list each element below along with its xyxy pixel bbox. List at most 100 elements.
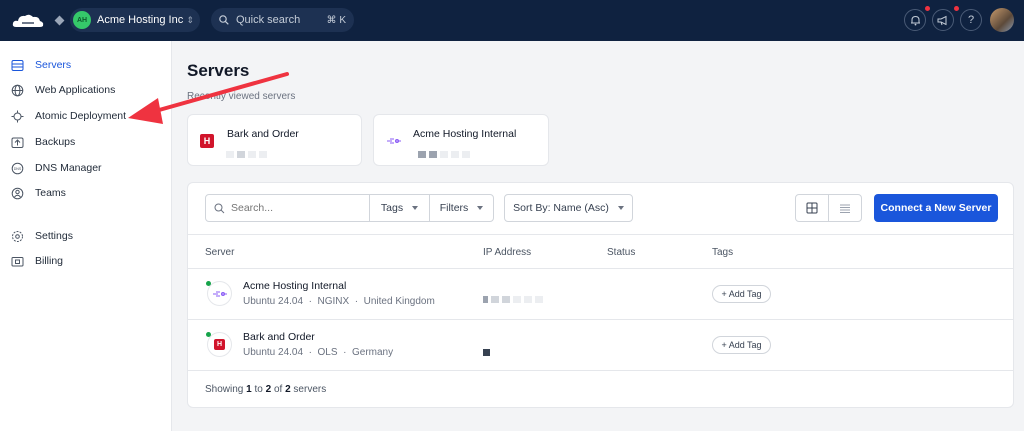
caret-down-icon [477, 206, 484, 210]
table-row[interactable]: Acme Hosting Internal Ubuntu 24.04 · NGI… [188, 269, 1013, 320]
pagination-prefix: Showing [205, 384, 244, 395]
globe-icon [11, 84, 24, 96]
filters-label: Filters [439, 202, 469, 214]
server-os: Ubuntu 24.04 [243, 347, 304, 358]
caret-down-icon [617, 206, 624, 210]
dns-icon: DNS [11, 162, 24, 174]
help-icon: ? [967, 14, 975, 26]
column-header-tags[interactable]: Tags [712, 247, 733, 258]
sidebar-item-dns-manager[interactable]: DNS DNS Manager [0, 157, 172, 179]
sidebar-item-servers[interactable]: Servers [0, 54, 172, 76]
notification-badge [925, 6, 930, 11]
sidebar: Servers Web Applications Atomic Deployme… [0, 41, 172, 431]
server-name[interactable]: Bark and Order [243, 331, 315, 343]
sidebar-item-label: Backups [35, 136, 76, 148]
table-header: Server IP Address Status Tags [188, 234, 1013, 269]
table-row[interactable]: H Bark and Order Ubuntu 24.04 · OLS · Ge… [188, 320, 1013, 371]
redacted-ip [483, 343, 493, 361]
team-icon [11, 187, 24, 199]
redacted-ip [483, 290, 546, 308]
cloud-logo-icon[interactable] [12, 12, 44, 30]
separator-diamond-icon [54, 15, 65, 26]
search-input[interactable] [231, 202, 361, 214]
sidebar-item-teams[interactable]: Teams [0, 182, 172, 204]
status-dot [206, 281, 211, 286]
sidebar-item-web-applications[interactable]: Web Applications [0, 79, 172, 101]
servers-panel: Tags Filters Sort By: Name (Asc) Connect… [187, 182, 1014, 408]
add-tag-button[interactable]: + Add Tag [712, 336, 771, 354]
chevron-updown-icon: ⇕ [186, 14, 194, 25]
announcement-badge [954, 6, 959, 11]
quick-search[interactable]: Quick search ⌘ K [211, 8, 354, 32]
redacted-ip [226, 145, 270, 158]
sidebar-item-atomic-deployment[interactable]: Atomic Deployment [0, 105, 172, 127]
recent-server-name: Bark and Order [227, 128, 299, 140]
recent-servers-label: Recently viewed servers [187, 91, 296, 102]
bark-and-order-logo-icon: H [214, 339, 225, 350]
backup-icon [11, 137, 24, 148]
server-logo [207, 281, 232, 306]
sidebar-item-backups[interactable]: Backups [0, 131, 172, 153]
svg-text:DNS: DNS [14, 167, 22, 171]
org-switcher[interactable]: AH Acme Hosting Inc ⇕ [70, 8, 200, 32]
pagination-total: 2 [285, 384, 291, 395]
pagination-to-word: to [254, 384, 263, 395]
org-avatar: AH [73, 11, 91, 29]
server-name[interactable]: Acme Hosting Internal [243, 280, 346, 292]
connect-server-button[interactable]: Connect a New Server [874, 194, 998, 222]
sidebar-item-label: DNS Manager [35, 162, 102, 174]
pagination-of-word: of [273, 384, 283, 395]
add-tag-button[interactable]: + Add Tag [712, 285, 771, 303]
sidebar-item-label: Billing [35, 255, 64, 267]
tags-dropdown[interactable]: Tags [369, 194, 430, 222]
filters-dropdown[interactable]: Filters [429, 194, 494, 222]
sidebar-item-label: Atomic Deployment [35, 110, 127, 122]
acme-logo-icon [387, 138, 401, 144]
recent-server-card[interactable]: H Bark and Order [187, 114, 362, 166]
pagination-suffix: servers [293, 384, 327, 395]
gear-icon [12, 230, 23, 242]
acme-logo-icon [212, 290, 227, 297]
page-title: Servers [187, 61, 250, 80]
server-location: Germany [351, 347, 394, 358]
search-icon [214, 203, 225, 213]
megaphone-icon [937, 15, 947, 25]
column-header-status[interactable]: Status [607, 247, 635, 258]
server-stack: OLS [317, 347, 338, 358]
pagination-to: 2 [265, 384, 272, 395]
sidebar-item-settings[interactable]: Settings [0, 225, 172, 247]
server-meta: Ubuntu 24.04 · OLS · Germany [243, 347, 394, 358]
sidebar-item-billing[interactable]: Billing [0, 250, 172, 272]
column-header-server[interactable]: Server [205, 247, 234, 258]
column-header-ip[interactable]: IP Address [483, 247, 531, 258]
list-view-button[interactable] [828, 194, 862, 222]
grid-icon [806, 202, 818, 214]
quick-search-label: Quick search [236, 14, 301, 26]
server-icon [11, 59, 24, 71]
sort-label: Sort By: Name (Asc) [513, 202, 609, 214]
pagination-summary: Showing 1 to 2 of 2 servers [205, 384, 326, 395]
sidebar-item-label: Teams [35, 187, 66, 199]
bell-icon [910, 15, 920, 25]
search-field[interactable] [205, 194, 370, 222]
grid-view-button[interactable] [795, 194, 829, 222]
server-location: United Kingdom [363, 296, 435, 307]
announcements-button[interactable] [932, 9, 954, 31]
sidebar-item-label: Web Applications [35, 84, 116, 96]
tags-label: Tags [380, 202, 404, 214]
recent-server-name: Acme Hosting Internal [413, 128, 517, 140]
bark-and-order-logo-icon: H [200, 134, 214, 148]
atom-icon [11, 110, 24, 122]
sidebar-item-label: Servers [35, 59, 72, 71]
status-dot [206, 332, 211, 337]
help-button[interactable]: ? [960, 9, 982, 31]
sort-dropdown[interactable]: Sort By: Name (Asc) [504, 194, 633, 222]
quick-search-shortcut: ⌘ K [326, 14, 346, 26]
search-icon [219, 15, 229, 25]
recent-server-card[interactable]: Acme Hosting Internal [373, 114, 549, 166]
user-avatar[interactable] [990, 8, 1014, 32]
notifications-button[interactable] [904, 9, 926, 31]
org-name: Acme Hosting Inc [97, 14, 184, 26]
redacted-ip [418, 145, 473, 158]
billing-icon [11, 256, 24, 266]
